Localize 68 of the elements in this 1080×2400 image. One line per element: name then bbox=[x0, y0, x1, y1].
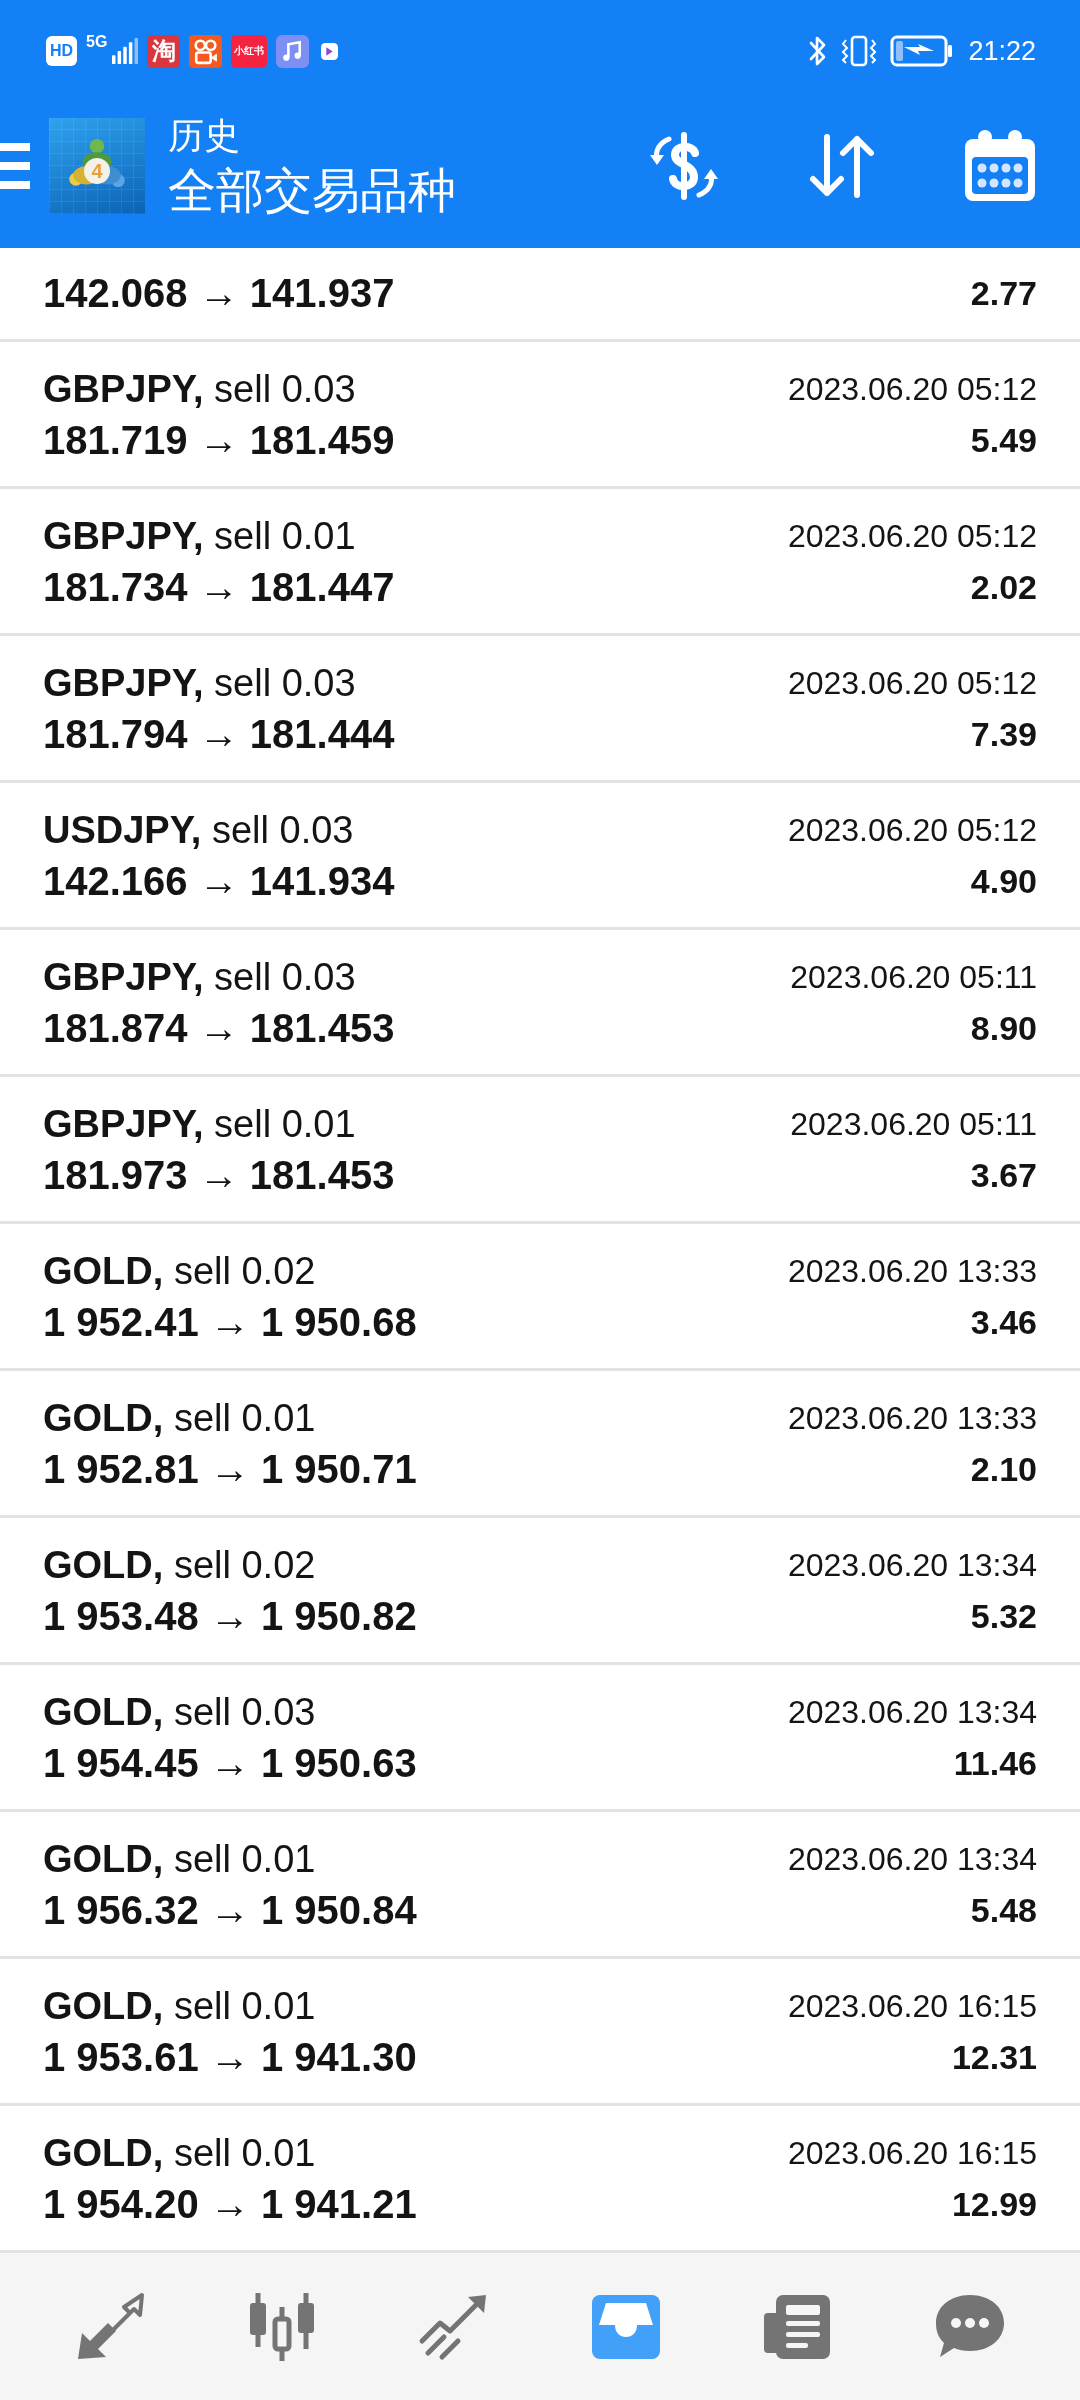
trade-time: 2023.06.20 13:33 bbox=[787, 1399, 1037, 1437]
trade-time: 2023.06.20 13:34 bbox=[787, 1546, 1037, 1584]
profit-value: 5.48 bbox=[970, 1890, 1037, 1930]
menu-icon[interactable] bbox=[0, 143, 30, 189]
price-change: 181.874 → 181.453 bbox=[43, 1005, 395, 1051]
profit-value: 3.46 bbox=[970, 1302, 1037, 1342]
trade-title: GOLD, sell 0.01 bbox=[43, 1837, 316, 1881]
network-label: 5G bbox=[86, 32, 108, 51]
price-change: 1 954.20 → 1 941.21 bbox=[43, 2181, 417, 2227]
trade-title: GBPJPY, sell 0.01 bbox=[43, 514, 356, 558]
trade-title: GOLD, sell 0.01 bbox=[43, 1984, 316, 2028]
trade-title: GOLD, sell 0.03 bbox=[43, 1690, 316, 1734]
profit-value: 5.32 bbox=[970, 1596, 1037, 1636]
profit-value: 5.49 bbox=[970, 420, 1037, 460]
trade-time: 2023.06.20 13:33 bbox=[787, 1252, 1037, 1290]
currency-exchange-icon[interactable] bbox=[647, 129, 721, 203]
vibrate-icon bbox=[840, 34, 879, 68]
price-change: 181.734 → 181.447 bbox=[43, 564, 395, 610]
hd-badge: HD bbox=[46, 36, 77, 66]
profit-value: 2.77 bbox=[970, 273, 1037, 313]
trade-time: 2023.06.20 05:11 bbox=[790, 1105, 1037, 1143]
profit-value: 3.67 bbox=[970, 1155, 1037, 1195]
trade-time: 2023.06.20 13:34 bbox=[787, 1693, 1037, 1731]
price-change: 181.794 → 181.444 bbox=[43, 711, 395, 757]
trade-time: 2023.06.20 16:15 bbox=[787, 1987, 1037, 2025]
profit-value: 11.46 bbox=[953, 1743, 1037, 1783]
price-change: 181.973 → 181.453 bbox=[43, 1152, 395, 1198]
profit-value: 2.10 bbox=[970, 1449, 1037, 1489]
screen-subtitle[interactable]: 全部交易品种 bbox=[168, 161, 456, 221]
trade-time: 2023.06.20 05:12 bbox=[787, 370, 1037, 408]
price-change: 142.166 → 141.934 bbox=[43, 858, 395, 904]
profit-value: 8.90 bbox=[970, 1008, 1037, 1048]
trade-title: GBPJPY, sell 0.01 bbox=[43, 1102, 356, 1146]
price-change: 1 952.41 → 1 950.68 bbox=[43, 1299, 417, 1345]
price-change: 1 954.45 → 1 950.63 bbox=[43, 1740, 417, 1786]
trade-title: GOLD, sell 0.02 bbox=[43, 1543, 316, 1587]
signal-icon bbox=[112, 38, 139, 64]
app-tile: 小红书 bbox=[231, 34, 268, 68]
trade-title: GBPJPY, sell 0.03 bbox=[43, 955, 356, 999]
trade-time: 2023.06.20 05:12 bbox=[787, 517, 1037, 555]
notification-icon bbox=[321, 42, 339, 60]
profit-value: 4.90 bbox=[970, 861, 1037, 901]
trade-time: 2023.06.20 05:12 bbox=[787, 811, 1037, 849]
profit-value: 7.39 bbox=[970, 714, 1037, 754]
price-change: 1 953.61 → 1 941.30 bbox=[43, 2034, 417, 2080]
trade-time: 2023.06.20 05:12 bbox=[787, 664, 1037, 702]
price-change: 1 952.81 → 1 950.71 bbox=[43, 1446, 417, 1492]
trade-title: GOLD, sell 0.01 bbox=[43, 2131, 316, 2175]
profit-value: 12.31 bbox=[951, 2037, 1037, 2077]
trade-title: GBPJPY, sell 0.03 bbox=[43, 661, 356, 705]
trade-title: GOLD, sell 0.01 bbox=[43, 1396, 316, 1440]
screen-title: 历史 bbox=[168, 114, 241, 158]
profit-value: 12.99 bbox=[951, 2184, 1037, 2224]
price-change: 1 953.48 → 1 950.82 bbox=[43, 1593, 417, 1639]
calendar-icon[interactable] bbox=[963, 129, 1037, 203]
trade-title: USDJPY, sell 0.03 bbox=[43, 808, 354, 852]
trade-title: GBPJPY, sell 0.03 bbox=[43, 367, 356, 411]
trade-time: 2023.06.20 05:11 bbox=[790, 958, 1037, 996]
profit-value: 2.02 bbox=[970, 567, 1037, 607]
clock-time: 21:22 bbox=[968, 35, 1036, 67]
app-tile: 淘 bbox=[147, 34, 181, 68]
price-change: 142.068 → 141.937 bbox=[43, 270, 395, 316]
trade-title: GOLD, sell 0.02 bbox=[43, 1249, 316, 1293]
trade-time: 2023.06.20 16:15 bbox=[787, 2134, 1037, 2172]
trade-time: 2023.06.20 13:34 bbox=[787, 1840, 1037, 1878]
price-change: 1 956.32 → 1 950.84 bbox=[43, 1887, 417, 1933]
price-change: 181.719 → 181.459 bbox=[43, 417, 395, 463]
battery-charging-icon bbox=[890, 35, 955, 67]
